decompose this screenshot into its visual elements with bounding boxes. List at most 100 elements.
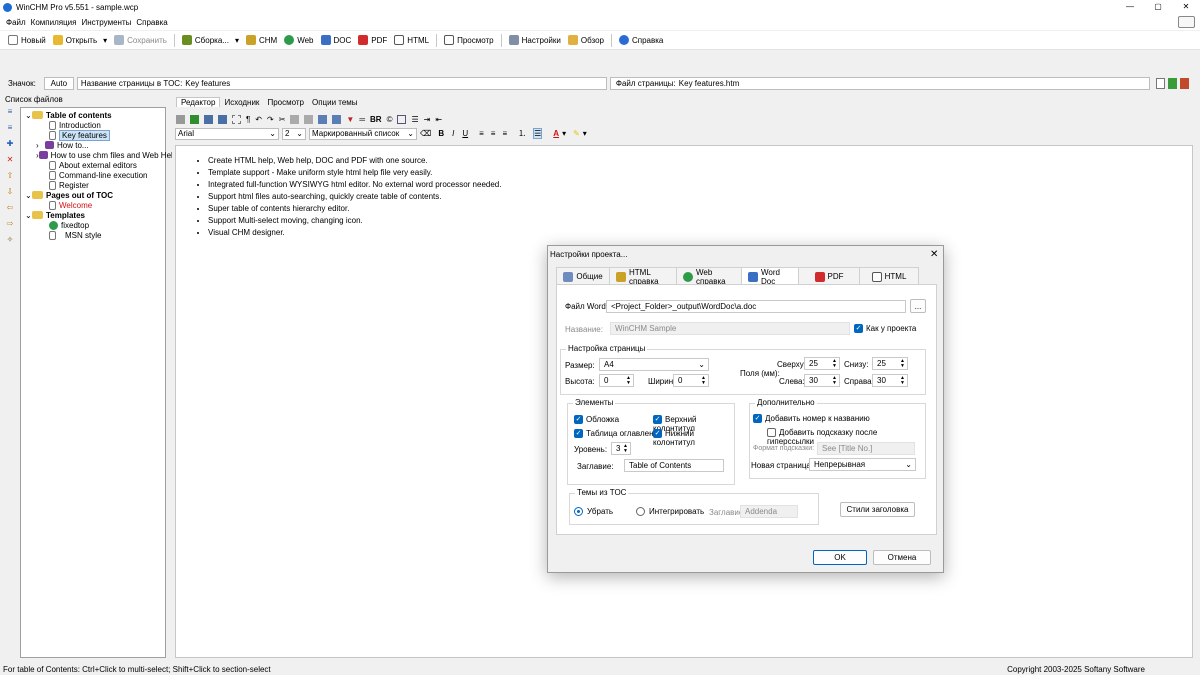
spinner-arrows-icon[interactable]: ▲ ▼ — [900, 375, 905, 386]
move-down-list-icon[interactable]: ≡ — [3, 123, 17, 133]
horizontal-line-icon[interactable]: ═ — [359, 115, 365, 124]
help-button[interactable]: Справка — [618, 35, 663, 45]
right-margin-spinner[interactable]: 30 ▲ ▼ — [872, 374, 908, 387]
chevron-down-icon[interactable]: ▾ — [583, 129, 587, 138]
outdent-icon[interactable]: ⇤ — [435, 115, 442, 124]
tree-node-how-to[interactable]: › How to... — [21, 140, 165, 150]
toc-title-field[interactable]: Название страницы в TOC: Key features — [76, 76, 607, 90]
toc-heading-input[interactable]: Table of Contents — [624, 459, 724, 472]
new-button[interactable]: Новый — [8, 35, 46, 45]
height-spinner[interactable]: 0 ▲ ▼ — [599, 374, 634, 387]
collapse-icon[interactable]: ⌄ — [25, 111, 32, 120]
tab-topic-options[interactable]: Опции темы — [308, 98, 362, 107]
find-icon[interactable] — [218, 114, 227, 124]
tab-editor[interactable]: Редактор — [176, 97, 221, 107]
size-select[interactable]: 2 ⌄ — [282, 127, 306, 140]
list-icon[interactable]: ☰ — [411, 115, 418, 124]
integrate-radio[interactable]: Интегрировать — [636, 507, 704, 517]
web-button[interactable]: Web — [284, 35, 314, 45]
chm-button[interactable]: CHM — [245, 35, 277, 45]
clear-format-icon[interactable]: ⌫ — [420, 129, 431, 138]
tab-pdf[interactable]: PDF — [798, 267, 860, 285]
level-spinner[interactable]: 3 ▲ ▼ — [611, 442, 631, 455]
font-select[interactable]: Arial ⌄ — [175, 127, 279, 140]
page-icon[interactable] — [1155, 77, 1165, 89]
tree-node-msn-style[interactable]: MSN style — [21, 230, 165, 240]
move-up-list-icon[interactable]: ≡ — [3, 107, 17, 117]
copy-icon[interactable] — [290, 114, 300, 124]
indent-icon[interactable]: ⇥ — [424, 115, 431, 124]
chat-icon[interactable] — [1178, 16, 1195, 28]
add-number-checkbox[interactable]: ✓ Добавить номер к названию — [753, 414, 870, 424]
tree-node-command-line[interactable]: Command-line execution — [21, 170, 165, 180]
align-left-icon[interactable]: ≡ — [479, 129, 484, 138]
collapse-icon[interactable]: ⌄ — [25, 211, 32, 220]
maximize-button[interactable]: ▢ — [1148, 2, 1168, 11]
width-spinner[interactable]: 0 ▲ ▼ — [673, 374, 709, 387]
underline-icon[interactable]: U — [462, 129, 468, 138]
tree-node-how-to-use[interactable]: › How to use chm files and Web Help — [21, 150, 177, 160]
page-file-field[interactable]: Файл страницы: Key features.htm — [609, 76, 1150, 90]
tree-node-introduction[interactable]: Introduction — [21, 120, 165, 130]
collapse-icon[interactable]: ⌄ — [25, 191, 32, 200]
html-button[interactable]: HTML — [394, 35, 429, 45]
ok-button[interactable]: OK — [813, 550, 867, 565]
remove-radio[interactable]: Убрать — [574, 507, 613, 517]
tab-preview[interactable]: Просмотр — [263, 98, 308, 107]
tree-node-register[interactable]: Register — [21, 180, 165, 190]
arrow-down-icon[interactable]: ⇩ — [3, 187, 17, 197]
top-margin-spinner[interactable]: 25 ▲ ▼ — [804, 357, 840, 370]
footer-checkbox[interactable]: ✓ Нижний колонтитул — [653, 429, 734, 447]
new-page-select[interactable]: Непрерывная ⌄ — [809, 458, 916, 471]
bold-icon[interactable]: B — [438, 129, 444, 138]
tree-node-external-editors[interactable]: About external editors — [21, 160, 165, 170]
left-margin-spinner[interactable]: 30 ▲ ▼ — [804, 374, 840, 387]
spinner-arrows-icon[interactable]: ▲ ▼ — [900, 358, 905, 369]
heading-styles-button[interactable]: Стили заголовка — [840, 502, 915, 517]
close-icon[interactable]: ✕ — [930, 249, 938, 260]
tab-web-help[interactable]: Web справка — [676, 267, 742, 286]
arrow-up-icon[interactable]: ⇧ — [3, 171, 17, 181]
arrow-right-icon[interactable]: ⇨ — [3, 219, 17, 229]
align-center-icon[interactable]: ≡ — [491, 129, 496, 138]
cancel-button[interactable]: Отмена — [873, 550, 931, 565]
symbol-icon[interactable]: © — [387, 115, 393, 124]
icon-select[interactable]: Auto — [43, 76, 74, 90]
settings-button[interactable]: Настройки — [508, 35, 561, 45]
spinner-arrows-icon[interactable]: ▲ ▼ — [701, 375, 706, 386]
doc-button[interactable]: DOC — [320, 35, 351, 45]
toc-checkbox[interactable]: ✓ Таблица оглавления — [574, 429, 662, 439]
link-icon[interactable] — [332, 114, 342, 124]
chevron-down-icon[interactable]: ▾ — [562, 129, 566, 138]
tree-node-toc[interactable]: ⌄ Table of contents — [21, 110, 165, 120]
tab-html-help[interactable]: HTML справка — [609, 267, 677, 286]
line-break-icon[interactable]: BR — [370, 115, 382, 124]
tree-node-key-features[interactable]: Key features — [21, 129, 165, 141]
undo-icon[interactable]: ↶ — [255, 115, 262, 124]
icon-change-icon[interactable]: ✧ — [3, 235, 17, 245]
edit-icon[interactable] — [190, 114, 199, 124]
close-window-button[interactable]: ✕ — [1176, 2, 1196, 11]
italic-icon[interactable]: I — [452, 129, 454, 138]
browse-file-button[interactable]: ... — [910, 299, 926, 313]
open-button[interactable]: Открыть ▾ — [52, 35, 107, 45]
size-select[interactable]: A4 ⌄ — [599, 358, 709, 371]
image-icon[interactable] — [318, 114, 328, 124]
save-button[interactable]: Сохранить — [114, 35, 167, 45]
highlight-icon[interactable]: ✎ — [573, 129, 580, 138]
pdf-button[interactable]: PDF — [358, 35, 387, 45]
word-file-input[interactable]: <Project_Folder>_output\WordDoc\a.doc — [606, 300, 906, 313]
align-right-icon[interactable]: ≡ — [502, 129, 507, 138]
toc-tree[interactable]: ⌄ Table of contents Introduction Key feat… — [20, 107, 177, 658]
tab-html[interactable]: HTML — [859, 267, 919, 285]
tab-general[interactable]: Общие — [556, 267, 610, 285]
redo-icon[interactable]: ↷ — [267, 115, 274, 124]
menu-help[interactable]: Справка — [136, 18, 167, 27]
menu-file[interactable]: Файл — [6, 18, 26, 27]
bottom-margin-spinner[interactable]: 25 ▲ ▼ — [872, 357, 908, 370]
tab-word-doc[interactable]: Word Doc — [741, 267, 799, 286]
style-select[interactable]: Маркированный список ⌄ — [309, 127, 417, 140]
spinner-arrows-icon[interactable]: ▲ ▼ — [626, 375, 631, 386]
paste-icon[interactable] — [304, 114, 314, 124]
tree-node-fixedtop[interactable]: fixedtop — [21, 220, 165, 230]
